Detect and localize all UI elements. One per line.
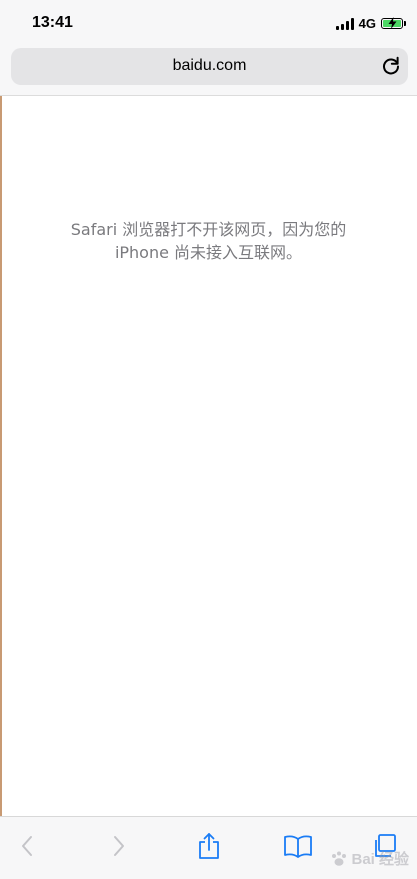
book-icon xyxy=(284,835,312,858)
top-area: 13:41 4G baidu.com xyxy=(0,0,417,96)
forward-button[interactable] xyxy=(104,831,134,861)
address-url[interactable]: baidu.com xyxy=(11,57,408,75)
status-time: 13:41 xyxy=(32,14,73,31)
network-type: 4G xyxy=(358,16,376,31)
bottom-toolbar: Bai 经验 xyxy=(0,816,417,879)
share-icon xyxy=(199,833,219,859)
error-line-1: Safari 浏览器打不开该网页，因为您的 xyxy=(70,220,347,239)
address-bar[interactable]: baidu.com xyxy=(11,48,408,85)
status-bar: 13:41 4G xyxy=(0,0,417,46)
error-line-2: iPhone 尚未接入互联网。 xyxy=(114,243,303,262)
page-content: Safari 浏览器打不开该网页，因为您的 iPhone 尚未接入互联网。 xyxy=(0,96,417,816)
error-message: Safari 浏览器打不开该网页，因为您的 iPhone 尚未接入互联网。 xyxy=(40,218,377,264)
signal-icon xyxy=(335,17,354,30)
tabs-button[interactable] xyxy=(370,831,400,861)
chevron-right-icon xyxy=(114,836,124,856)
tabs-icon xyxy=(375,834,396,857)
status-indicators: 4G xyxy=(335,16,406,31)
share-button[interactable] xyxy=(194,831,224,861)
chevron-left-icon xyxy=(22,836,32,856)
bookmarks-button[interactable] xyxy=(283,831,313,861)
paw-icon xyxy=(332,851,347,866)
battery-icon xyxy=(381,17,406,29)
back-button[interactable] xyxy=(12,831,42,861)
reload-button[interactable] xyxy=(380,55,402,77)
reload-icon xyxy=(383,56,399,75)
